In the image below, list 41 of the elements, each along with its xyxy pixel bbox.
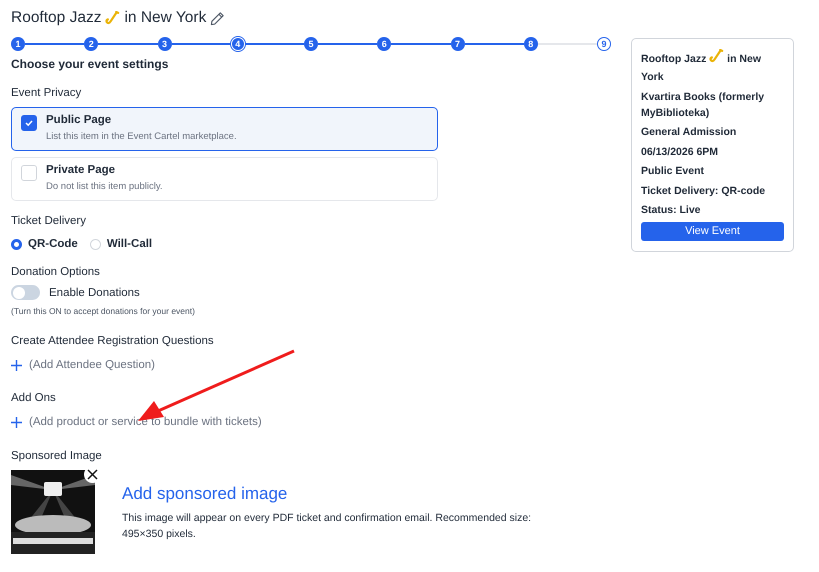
delivery-radio[interactable]: Will-Call (90, 238, 152, 250)
pencil-icon[interactable] (210, 10, 226, 26)
plus-icon (11, 416, 22, 428)
view-event-button[interactable]: View Event (641, 222, 784, 241)
step-marker[interactable]: 8 (524, 37, 538, 51)
event-title: Rooftop Jazz (11, 9, 102, 27)
field-label: Create Attendee Registration Questions (11, 335, 215, 347)
field-label: Sponsored Image (11, 450, 103, 462)
section-heading: Choose your event settings (11, 57, 170, 71)
image-description: This image will appear on every PDF ticket and confirmation email. Recommended size: 495×350 pixels. (122, 511, 532, 542)
toggle-label: Enable Donations (49, 286, 140, 298)
summary-line: General Admission (641, 125, 738, 140)
delivery-radio[interactable]: QR-Code (11, 238, 78, 250)
step-marker[interactable]: 9 (597, 37, 611, 51)
summary-line: Status: Live (641, 203, 702, 218)
privacy-option[interactable]: Public Page List this item in the Event Cartel marketplace. (11, 107, 438, 151)
add-question-button[interactable]: (Add Attendee Question) (11, 359, 611, 371)
summary-line: Kvartira Books (formerly MyBiblioteka) (641, 90, 766, 120)
field-label: Donation Options (11, 266, 101, 278)
check-icon (24, 118, 34, 128)
field-label: Add Ons (11, 392, 57, 404)
privacy-option[interactable]: Private Page Do not list this item publicly. (11, 157, 438, 201)
add-product-button[interactable]: (Add product or service to bundle with tickets) (11, 416, 611, 428)
step-marker[interactable]: 4 (230, 37, 245, 51)
add-image-link[interactable]: Add sponsored image (122, 484, 572, 504)
step-marker[interactable]: 7 (450, 37, 464, 51)
donations-toggle[interactable] (11, 285, 40, 300)
hint-text: (Turn this ON to accept donations for your event) (11, 306, 195, 316)
step-marker[interactable]: 5 (304, 37, 318, 51)
step-marker[interactable]: 2 (84, 37, 98, 51)
step-marker[interactable]: 1 (11, 37, 25, 51)
step-marker[interactable]: 3 (158, 37, 172, 51)
field-label: Ticket Delivery (11, 215, 87, 227)
summary-line: 06/13/2026 6PM (641, 144, 720, 160)
summary-line: Public Event (641, 164, 706, 179)
summary-title: Rooftop Jazz in New York (641, 49, 784, 85)
step-marker[interactable]: 6 (377, 37, 392, 51)
summary-line: Ticket Delivery: QR-code (641, 184, 766, 198)
plus-icon (11, 360, 22, 370)
field-label: Event Privacy (11, 87, 82, 99)
event-title: in New York (124, 9, 206, 27)
